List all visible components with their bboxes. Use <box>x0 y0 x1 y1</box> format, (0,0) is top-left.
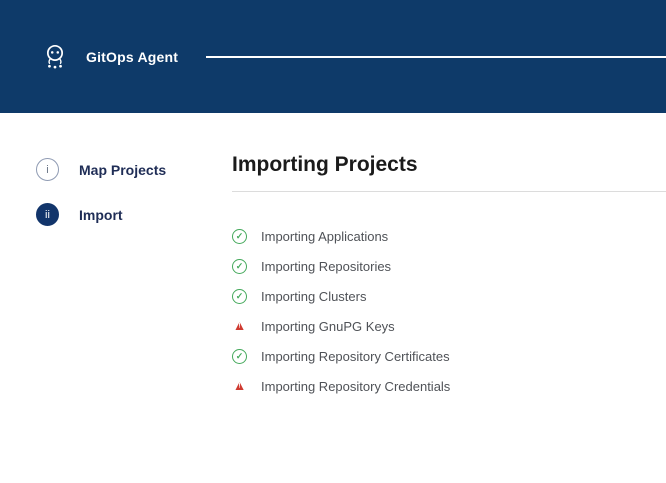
content-area: i Map Projects ii Import Importing Proje… <box>0 113 666 483</box>
step-1-circle: i <box>36 158 59 181</box>
import-status-list: Importing Applications Importing Reposit… <box>232 228 666 394</box>
check-circle-icon <box>232 229 247 244</box>
status-label: Importing Repository Credentials <box>261 379 450 394</box>
import-status-item: Importing Repository Credentials <box>232 378 666 394</box>
step-1-label: Map Projects <box>79 162 166 178</box>
import-status-item: Importing Clusters <box>232 288 666 304</box>
title-divider <box>232 191 666 192</box>
octopus-logo-icon <box>40 42 70 72</box>
status-label: Importing Repositories <box>261 259 391 274</box>
page-title: Importing Projects <box>232 153 666 177</box>
step-map-projects[interactable]: i Map Projects <box>36 158 232 181</box>
check-circle-icon <box>232 289 247 304</box>
wizard-stepper: i Map Projects ii Import <box>0 113 232 483</box>
status-label: Importing GnuPG Keys <box>261 319 395 334</box>
warning-triangle-icon <box>232 379 247 394</box>
check-circle-icon <box>232 259 247 274</box>
step-import[interactable]: ii Import <box>36 203 232 226</box>
warning-triangle-icon <box>232 319 247 334</box>
status-label: Importing Applications <box>261 229 388 244</box>
import-status-item: Importing GnuPG Keys <box>232 318 666 334</box>
import-status-item: Importing Applications <box>232 228 666 244</box>
page: GitOps Agent i Map Projects ii Import Im… <box>0 0 666 483</box>
check-circle-icon <box>232 349 247 364</box>
app-title: GitOps Agent <box>86 49 178 65</box>
app-header: GitOps Agent <box>0 0 666 113</box>
import-status-item: Importing Repository Certificates <box>232 348 666 364</box>
status-label: Importing Clusters <box>261 289 366 304</box>
header-divider <box>206 56 666 58</box>
step-2-circle: ii <box>36 203 59 226</box>
step-2-label: Import <box>79 207 123 223</box>
import-status-item: Importing Repositories <box>232 258 666 274</box>
main-panel: Importing Projects Importing Application… <box>232 113 666 483</box>
status-label: Importing Repository Certificates <box>261 349 450 364</box>
